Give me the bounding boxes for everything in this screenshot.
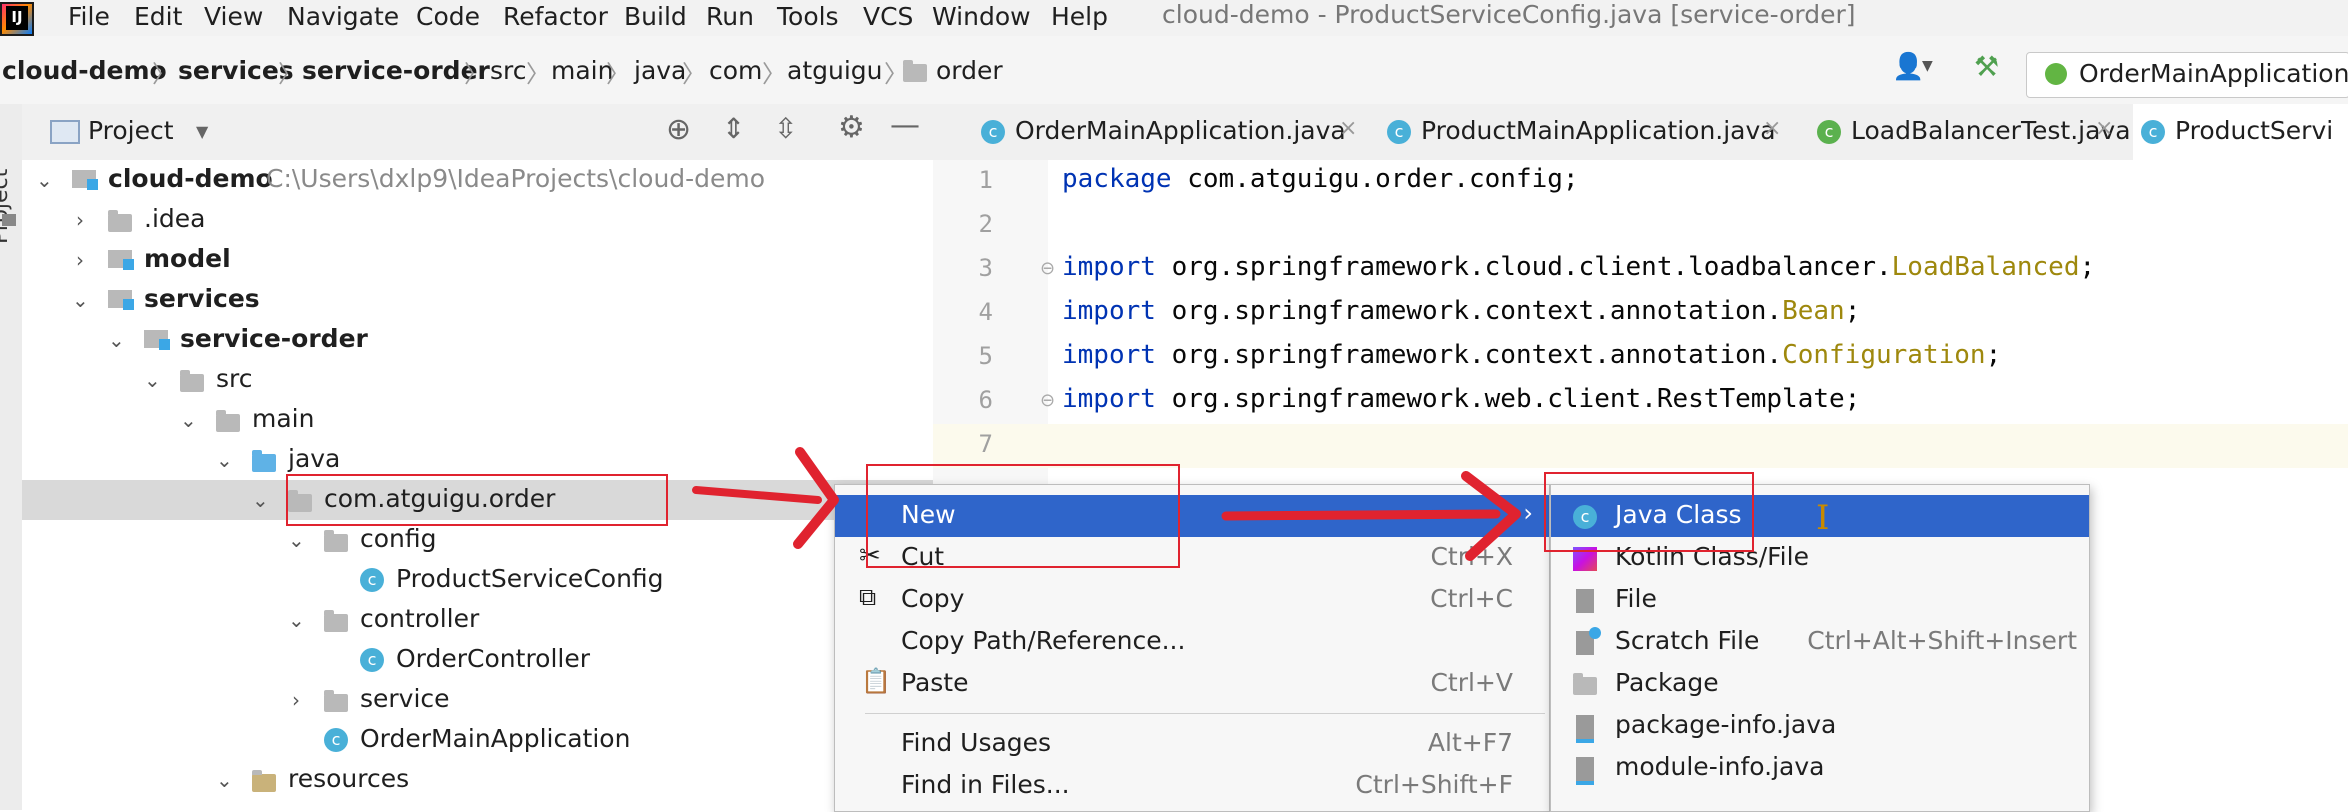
annotation-arrows xyxy=(692,447,1521,561)
annotation-arrow-line xyxy=(1221,509,1501,521)
annotation-arrow-line xyxy=(692,486,822,504)
